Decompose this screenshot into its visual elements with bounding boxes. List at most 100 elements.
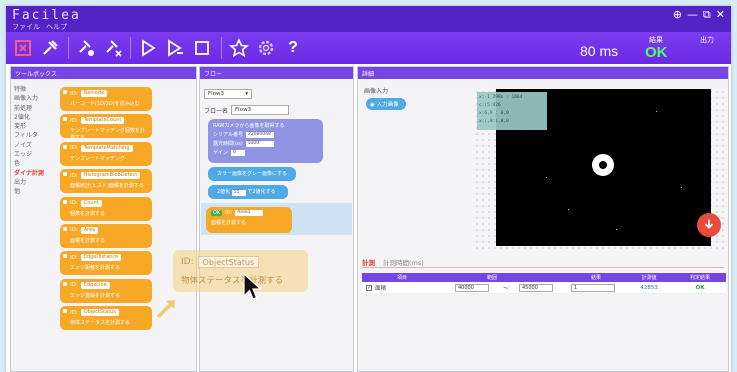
row-max-cell: 45000 — [510, 283, 562, 292]
chevron-down-icon: ▾ — [245, 91, 248, 97]
tab-measure-time[interactable]: 計測時間(ms) — [383, 257, 424, 267]
tool-icon[interactable] — [39, 37, 61, 59]
category-item[interactable]: 色 — [14, 159, 54, 168]
tool-desc: バーコード(1D/2D)を読み込む — [70, 101, 140, 107]
flow-block-binarize[interactable]: 2値化 55 で2値化する — [208, 185, 288, 199]
gain-label: ゲイン — [213, 150, 228, 156]
tool-desc: 物体ステータスを計測する — [70, 320, 131, 327]
tool-ok-icon[interactable] — [75, 37, 97, 59]
exposure-label: 露光時間(us) — [213, 141, 243, 147]
serial-input[interactable]: 22080048 — [245, 131, 274, 138]
area-ok-badge: OK — [211, 210, 223, 216]
category-item[interactable]: 2値化 — [14, 113, 54, 122]
tool-block-list: ID: Barcode バーコード(1D/2D)を読み込む ID: Template… — [60, 87, 156, 334]
tool-ng-icon[interactable] — [102, 37, 124, 59]
category-item[interactable]: フィルタ — [14, 131, 54, 140]
category-item[interactable]: 出力 — [14, 178, 54, 187]
tool-id: TemplateCount — [80, 117, 125, 125]
star-icon[interactable] — [228, 37, 250, 59]
camera-icon: ◉ — [370, 102, 375, 108]
id-label: ID: — [70, 172, 78, 179]
input-image-chip[interactable]: ◉ 入力画像 — [366, 98, 406, 110]
play-icon[interactable] — [137, 37, 159, 59]
id-label: ID: — [70, 282, 78, 289]
tool-id: HistogramBlobDefect — [80, 172, 141, 180]
tool-block-edge-line[interactable]: ID: EdgeLine エッジ直線を計測する — [60, 278, 152, 303]
category-item[interactable]: 画像入力 — [14, 94, 54, 103]
coord-line: x:-1 298x : 1664 — [479, 95, 523, 100]
menu-help[interactable]: ヘルプ — [46, 22, 67, 32]
range-min-input[interactable]: 40000 — [455, 283, 489, 292]
flow-selector[interactable]: Flow3 ▾ — [204, 89, 252, 99]
download-icon — [704, 219, 714, 229]
row-checkbox[interactable]: ✓ — [366, 284, 372, 291]
area-id-input[interactable]: Area1 — [235, 210, 264, 216]
tool-block-edge-distance[interactable]: ID: EdgeDistance エッジ距離を計測する — [60, 251, 152, 276]
tool-block-barcode[interactable]: ID: Barcode バーコード(1D/2D)を読み込む — [60, 87, 152, 111]
id-label: ID: — [70, 117, 78, 124]
processing-time: 80 ms — [580, 43, 619, 59]
flow-block-gray-convert[interactable]: カラー画像をグレー画像にする — [208, 167, 296, 181]
gain-input[interactable]: 0 — [230, 149, 245, 156]
tool-id: Count — [80, 199, 102, 207]
coordinate-overlay: x:-1 298x : 1664 c:(5:426 x:6,9 : 0,0 x:… — [477, 92, 547, 130]
col-item: 項目 — [396, 275, 407, 281]
detected-ring — [592, 154, 614, 176]
table-header: 項目 範囲 結果 計測値 判定結果 — [362, 273, 726, 282]
row-min-cell: 40000 — [442, 283, 502, 292]
binarize-threshold-input[interactable]: 55 — [231, 190, 246, 196]
tool-desc: 面積統計(ヒスト)面積を計測する — [70, 183, 144, 190]
globe-icon[interactable]: ⊕ — [673, 8, 682, 22]
gear-icon[interactable] — [255, 37, 277, 59]
id-label: ID: — [70, 309, 78, 316]
category-item[interactable]: 特徴 — [14, 85, 54, 94]
ghost-desc: 物体ステータスを計測する — [181, 276, 284, 286]
tool-id: ObjectStatus — [80, 309, 119, 317]
stop-icon[interactable] — [191, 37, 213, 59]
restore-icon[interactable]: ⧉ — [703, 8, 711, 22]
detail-panel: 詳細 画像入力 ◉ 入力画像 x:-1 298x : 1664 c:(5:426… — [357, 66, 729, 372]
tool-id: Area — [80, 226, 99, 234]
category-item[interactable]: 変形 — [14, 122, 54, 131]
col-value: 計測値 — [641, 275, 657, 281]
id-label: ID: — [70, 90, 78, 97]
tool-desc: エッジ直線を計測する — [70, 292, 121, 299]
tool-block-template-matching[interactable]: ID: TemplateMatching テンプレートマッチング — [60, 141, 152, 166]
tool-block-object-status[interactable]: ID: ObjectStatus 物体ステータスを計測する — [60, 306, 152, 331]
drag-direction-arrow-icon — [156, 300, 175, 319]
tool-block-template-count[interactable]: ID: TemplateCount テンプレートマッチング個数を計測する — [60, 114, 152, 141]
ghost-id-value: ObjectStatus — [197, 256, 260, 268]
capture-icon[interactable] — [12, 37, 34, 59]
ghost-id-label: ID: — [181, 257, 194, 267]
download-button[interactable] — [697, 213, 721, 237]
image-input-label: 画像入力 — [364, 88, 389, 95]
flow-block-area[interactable]: OK ID: Area1 面積を計測する — [206, 207, 292, 233]
flow-name-input[interactable]: Flow3 — [231, 105, 290, 115]
range-max-input[interactable]: 45000 — [519, 283, 553, 292]
tool-block-area[interactable]: ID: Area 面積を計測する — [60, 223, 152, 248]
count-input[interactable]: 1 — [571, 283, 615, 292]
category-item[interactable]: 他 — [14, 187, 54, 196]
tool-block-count[interactable]: ID: Count 個数を計測する — [60, 196, 152, 221]
category-item[interactable]: エッジ — [14, 150, 54, 159]
category-item[interactable]: ノイズ — [14, 141, 54, 150]
tool-desc: テンプレートマッチング — [70, 155, 125, 162]
menu-file[interactable]: ファイル — [12, 22, 40, 32]
menu-bar: ファイル ヘルプ — [12, 22, 67, 32]
input-image-label: 入力画像 — [376, 102, 399, 108]
tab-measure[interactable]: 計測 — [362, 257, 375, 267]
play-step-icon[interactable] — [164, 37, 186, 59]
exposure-input[interactable]: 5000 — [245, 140, 274, 147]
coord-line: x:6,9 : 0,0 — [479, 111, 509, 116]
close-icon[interactable]: ✕ — [716, 8, 725, 22]
tool-block-histogram[interactable]: ID: HistogramBlobDefect 面積統計(ヒスト)面積を計測する — [60, 169, 152, 194]
detail-header: 詳細 — [358, 67, 728, 79]
tool-desc: 面積を計測する — [70, 237, 106, 244]
category-item-active[interactable]: ダイナ計測 — [14, 169, 54, 178]
gray-convert-text: カラー画像をグレー画像にする — [217, 171, 288, 177]
help-icon[interactable]: ? — [282, 37, 304, 59]
category-item[interactable]: 前処理 — [14, 104, 54, 113]
flow-block-camera[interactable]: RAWカメラから画像を取得する シリアル番号 22080048 露光時間(us) 5… — [208, 119, 323, 163]
minimize-icon[interactable]: — — [687, 8, 698, 22]
id-label: ID: — [70, 227, 78, 234]
